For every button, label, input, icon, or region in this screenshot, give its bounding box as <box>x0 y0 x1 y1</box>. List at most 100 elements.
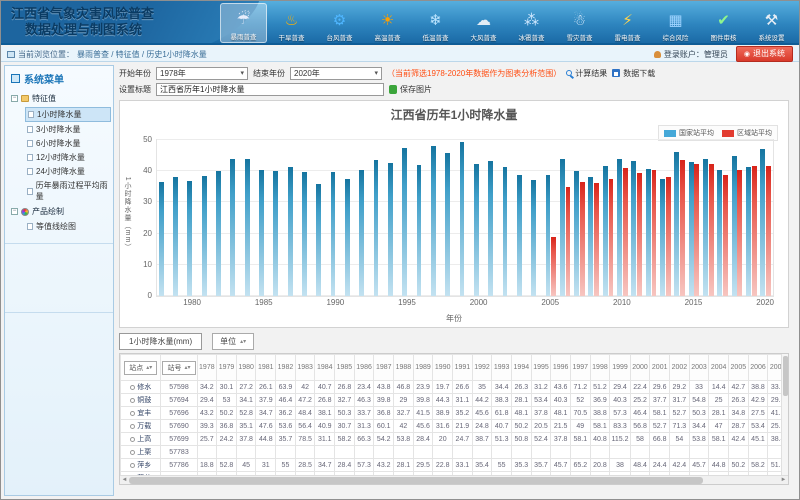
value-cell: 53.4 <box>748 420 768 433</box>
station-filter[interactable]: 站点 ▴▾ <box>124 361 157 375</box>
vertical-scrollbar[interactable] <box>781 354 788 475</box>
end-year-select[interactable]: 2020年 ▾ <box>290 67 382 80</box>
sidebar-item-6小时降水量[interactable]: 6小时降水量 <box>25 137 111 150</box>
bar-国家站平均-1991 <box>345 179 350 296</box>
data-download-button[interactable]: 数据下载 <box>612 68 655 79</box>
table-row[interactable]: 分宜5779021.929.528.165.521.446.552.847.85… <box>121 485 788 486</box>
expander-icon[interactable]: − <box>11 208 18 215</box>
scroll-right-arrow[interactable]: ► <box>779 476 788 485</box>
综合风险-icon: ▦ <box>668 8 682 32</box>
logout-button[interactable]: ◉ 退出系统 <box>736 46 793 62</box>
table-row[interactable]: 修水5759834.230.127.226.163.94240.726.823.… <box>121 381 788 394</box>
calc-result-button[interactable]: 计算结果 <box>566 68 607 79</box>
expander-icon[interactable]: − <box>11 95 18 102</box>
year-col-header: 1996 <box>551 355 571 381</box>
value-cell: 44.2 <box>531 485 551 486</box>
radio-icon[interactable] <box>130 424 135 429</box>
table-row[interactable]: 上高5769925.724.237.844.835.778.531.158.26… <box>121 433 788 446</box>
legend-item-区域站平均[interactable]: 区域站平均 <box>722 128 772 138</box>
toolbar-item-雪灾普查[interactable]: ☃雪灾普查 <box>556 3 603 43</box>
station-id-filter[interactable]: 站号 ▴▾ <box>162 361 195 375</box>
station-name-cell[interactable]: 铜鼓 <box>121 394 161 407</box>
vertical-scrollbar-thumb[interactable] <box>783 356 788 396</box>
legend-item-国家站平均[interactable]: 国家站平均 <box>664 128 714 138</box>
value-cell: 34.1 <box>236 394 256 407</box>
sidebar-item-24小时降水量[interactable]: 24小时降水量 <box>25 165 111 178</box>
bar-国家站平均-2007 <box>574 171 579 296</box>
station-name-cell[interactable]: 萍乡 <box>121 459 161 472</box>
sidebar-item-1小时降水量[interactable]: 1小时降水量 <box>25 107 111 122</box>
station-name-cell[interactable]: 分宜 <box>121 485 161 486</box>
station-name-cell[interactable]: 修水 <box>121 381 161 394</box>
toolbar-item-图件审核[interactable]: ✔图件审核 <box>700 3 747 43</box>
radio-icon[interactable] <box>130 398 135 403</box>
bar-区域站平均-2011 <box>637 173 642 296</box>
gridline <box>157 139 773 140</box>
station-name-cell[interactable]: 上高 <box>121 433 161 446</box>
value-cell: 58.2 <box>748 459 768 472</box>
table-tab[interactable]: 1小时降水量(mm) <box>119 333 202 350</box>
value-cell: 25 <box>709 394 729 407</box>
breadcrumb[interactable]: 暴雨普查 / 特征值 / 历史1小时降水量 <box>77 49 207 60</box>
save-image-button[interactable]: 保存图片 <box>389 84 432 95</box>
value-cell: 43.2 <box>374 459 394 472</box>
toolbar-item-雷电普查[interactable]: ⚡雷电普查 <box>604 3 651 43</box>
sidebar-group-特征值[interactable]: −特征值 <box>5 91 113 106</box>
table-row[interactable]: 宜丰5769643.250.252.834.736.248.438.150.33… <box>121 407 788 420</box>
year-col-header: 1989 <box>413 355 433 381</box>
toolbar-item-综合风险[interactable]: ▦综合风险 <box>652 3 699 43</box>
value-cell: 38.8 <box>590 407 610 420</box>
value-cell: 28.1 <box>394 459 414 472</box>
value-cell: 50.2 <box>729 459 749 472</box>
table-row[interactable]: 铜鼓5769429.45334.137.946.447.226.832.746.… <box>121 394 788 407</box>
chart-title-input[interactable] <box>156 83 384 96</box>
value-cell: 28.2 <box>729 485 749 486</box>
chart-title: 江西省历年1小时降水量 <box>120 101 788 123</box>
radio-icon[interactable] <box>130 411 135 416</box>
sidebar-item-3小时降水量[interactable]: 3小时降水量 <box>25 123 111 136</box>
toolbar-item-暴雨普查[interactable]: ☔暴雨普查 <box>220 3 267 43</box>
value-cell: 26.8 <box>315 394 335 407</box>
value-cell: 23.2 <box>453 485 473 486</box>
雷电普查-icon: ⚡ <box>622 8 633 32</box>
bar-国家站平均-2012 <box>646 169 651 296</box>
year-col-header: 1991 <box>453 355 473 381</box>
radio-icon[interactable] <box>130 385 135 390</box>
toolbar-item-台风普查[interactable]: ⚙台风普查 <box>316 3 363 43</box>
value-cell: 42.9 <box>748 394 768 407</box>
x-tick-label: 1990 <box>326 298 344 307</box>
value-cell: 58.1 <box>590 420 610 433</box>
sidebar-item-等值线绘图[interactable]: 等值线绘图 <box>25 220 111 233</box>
toolbar-item-高温普查[interactable]: ☀高温普查 <box>364 3 411 43</box>
value-cell: 27.2 <box>689 485 709 486</box>
value-cell: 53.8 <box>689 433 709 446</box>
radio-icon[interactable] <box>130 450 135 455</box>
sidebar-item-12小时降水量[interactable]: 12小时降水量 <box>25 151 111 164</box>
toolbar-item-冰雹普查[interactable]: ⁂冰雹普查 <box>508 3 555 43</box>
value-cell: 39.8 <box>413 394 433 407</box>
sidebar-item-历年暴雨过程平均雨量[interactable]: 历年暴雨过程平均雨量 <box>25 179 111 203</box>
toolbar-item-干旱普查[interactable]: ♨干旱普查 <box>268 3 315 43</box>
horizontal-scrollbar-thumb[interactable] <box>129 477 703 484</box>
table-row[interactable]: 上栗57783 <box>121 446 788 459</box>
start-year-select[interactable]: 1978年 ▾ <box>156 67 248 80</box>
toolbar-item-大风普查[interactable]: ☁大风普查 <box>460 3 507 43</box>
toolbar-item-系统设置[interactable]: ⚒系统设置 <box>748 3 795 43</box>
toolbar-item-低温普查[interactable]: ❄低温普查 <box>412 3 459 43</box>
horizontal-scrollbar[interactable]: ◄ ► <box>120 475 788 484</box>
value-cell: 47 <box>709 420 729 433</box>
station-name-cell[interactable]: 上栗 <box>121 446 161 459</box>
value-cell <box>374 446 394 459</box>
table-row[interactable]: 萍乡5778618.852.845315528.534.728.457.343.… <box>121 459 788 472</box>
radio-icon[interactable] <box>130 463 135 468</box>
page-icon <box>27 188 33 195</box>
unit-filter[interactable]: 单位 ▴▾ <box>212 333 254 350</box>
radio-icon[interactable] <box>130 437 135 442</box>
scroll-left-arrow[interactable]: ◄ <box>120 476 129 485</box>
station-name-cell[interactable]: 宜丰 <box>121 407 161 420</box>
value-cell: 40.7 <box>315 381 335 394</box>
table-row[interactable]: 万载5769039.336.835.147.653.656.440.930.73… <box>121 420 788 433</box>
value-cell: 29.2 <box>670 381 690 394</box>
sidebar-group-产品绘制[interactable]: −产品绘制 <box>5 204 113 219</box>
station-name-cell[interactable]: 万载 <box>121 420 161 433</box>
